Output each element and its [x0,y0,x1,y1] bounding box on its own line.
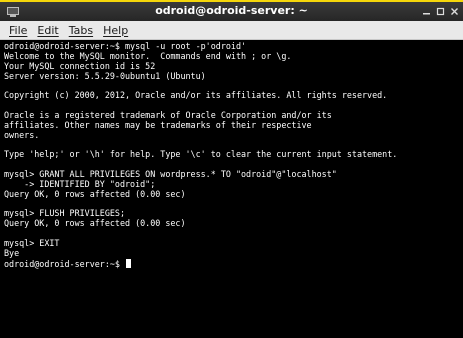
menu-help[interactable]: Help [98,22,133,39]
menu-edit[interactable]: Edit [32,22,63,39]
terminal-output[interactable]: odroid@odroid-server:~$ mysql -u root -p… [0,40,463,338]
terminal-line: Bye [4,247,20,258]
terminal-line: Copyright (c) 2000, 2012, Oracle and/or … [4,90,388,101]
menu-file[interactable]: File [4,22,32,39]
window-title: odroid@odroid-server: ~ [155,4,308,17]
terminal-line: Type 'help;' or '\h' for help. Type '\c'… [4,149,398,160]
terminal-line: owners. [4,129,40,140]
menu-tabs[interactable]: Tabs [64,22,98,39]
menu-bar: File Edit Tabs Help [0,21,463,40]
close-icon[interactable] [450,7,459,16]
terminal-line: Server version: 5.5.29-0ubuntu1 (Ubuntu) [4,70,206,81]
title-bar[interactable]: odroid@odroid-server: ~ [0,0,463,21]
window-controls [422,4,459,18]
terminal-window: odroid@odroid-server: ~ File Edit Tabs H… [0,0,463,338]
terminal-line: Query OK, 0 rows affected (0.00 sec) [4,218,186,229]
terminal-line: mysql> EXIT [4,237,60,248]
shell-prompt: odroid@odroid-server:~$ [4,258,126,269]
terminal-prompt-line[interactable]: odroid@odroid-server:~$ [4,258,463,269]
terminal-line: Query OK, 0 rows affected (0.00 sec) [4,188,186,199]
maximize-icon[interactable] [436,7,445,16]
terminal-line: affiliates. Other names may be trademark… [4,119,312,130]
minimize-icon[interactable] [422,7,431,16]
text-cursor [126,258,132,268]
